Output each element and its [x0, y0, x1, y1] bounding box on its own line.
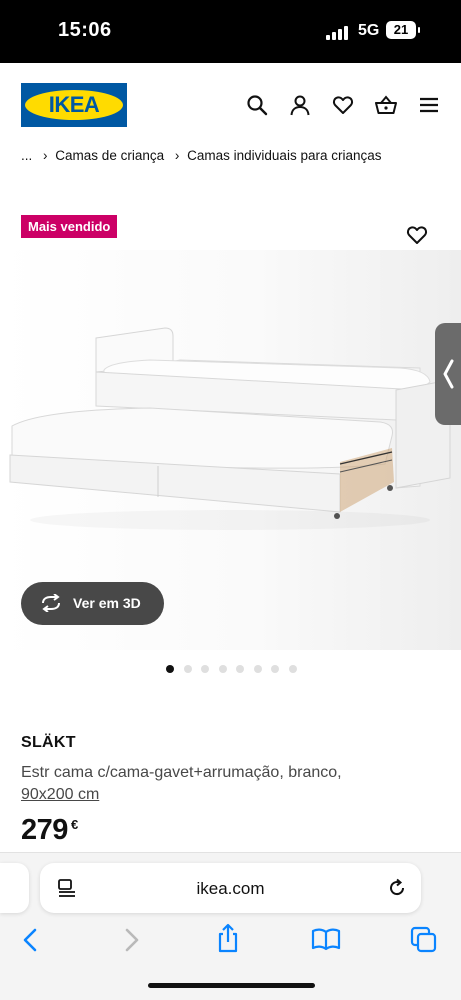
share-icon[interactable]	[215, 923, 241, 953]
browser-toolbar: ikea.com	[0, 852, 461, 1000]
price-currency: €	[71, 817, 79, 832]
view-3d-label: Ver em 3D	[73, 595, 141, 611]
best-seller-badge: Mais vendido	[21, 215, 118, 238]
basket-icon[interactable]	[374, 94, 398, 116]
product-name: SLÄKT	[21, 734, 76, 751]
site-header: IKEA	[0, 63, 461, 147]
carousel-dot[interactable]	[201, 665, 209, 673]
network-label: 5G	[358, 22, 380, 39]
bookmarks-icon[interactable]	[311, 927, 341, 951]
chevron-left-icon	[443, 359, 454, 389]
carousel-dot[interactable]	[166, 665, 174, 673]
product-price: 279	[21, 814, 68, 846]
menu-icon[interactable]	[418, 94, 440, 116]
product-description: Estr cama c/cama-gavet+arrumação, branco…	[21, 764, 342, 781]
breadcrumb-item[interactable]: Camas de criança	[55, 148, 164, 163]
breadcrumb-separator: ›	[43, 148, 48, 163]
signal-icon	[326, 24, 350, 40]
search-icon[interactable]	[246, 94, 268, 116]
carousel-dot[interactable]	[288, 665, 297, 673]
breadcrumb-ellipsis[interactable]: ...	[21, 148, 32, 163]
battery-tip	[418, 27, 420, 33]
reload-icon[interactable]	[387, 878, 407, 898]
status-time: 15:06	[58, 19, 112, 41]
heart-icon[interactable]	[332, 94, 354, 116]
forward-icon[interactable]	[120, 927, 142, 953]
carousel-dot[interactable]	[236, 665, 244, 673]
ikea-logo[interactable]: IKEA	[21, 83, 127, 127]
breadcrumb: ... › Camas de criança › Camas individua…	[21, 148, 385, 163]
home-indicator	[148, 983, 315, 988]
rotate-3d-icon	[42, 594, 60, 612]
tabs-icon[interactable]	[410, 926, 438, 954]
address-bar[interactable]: ikea.com	[40, 863, 421, 913]
back-icon[interactable]	[20, 927, 42, 953]
breadcrumb-item[interactable]: Camas individuais para crianças	[187, 148, 381, 163]
logo-text: IKEA	[25, 90, 123, 120]
view-3d-button[interactable]: Ver em 3D	[21, 582, 164, 625]
battery-icon: 21	[386, 21, 416, 39]
status-bar: 15:06 5G 21	[0, 0, 461, 63]
product-size-link[interactable]: 90x200 cm	[21, 786, 99, 804]
favourite-icon[interactable]	[406, 224, 428, 246]
url-text: ikea.com	[196, 879, 265, 898]
previous-tab-preview[interactable]	[0, 863, 29, 913]
user-icon[interactable]	[289, 94, 311, 116]
carousel-dot[interactable]	[253, 665, 262, 673]
next-image-button[interactable]	[435, 323, 461, 425]
breadcrumb-separator: ›	[174, 148, 180, 163]
carousel-dot[interactable]	[183, 665, 192, 673]
carousel-dot[interactable]	[218, 665, 227, 673]
carousel-dot[interactable]	[271, 665, 279, 673]
